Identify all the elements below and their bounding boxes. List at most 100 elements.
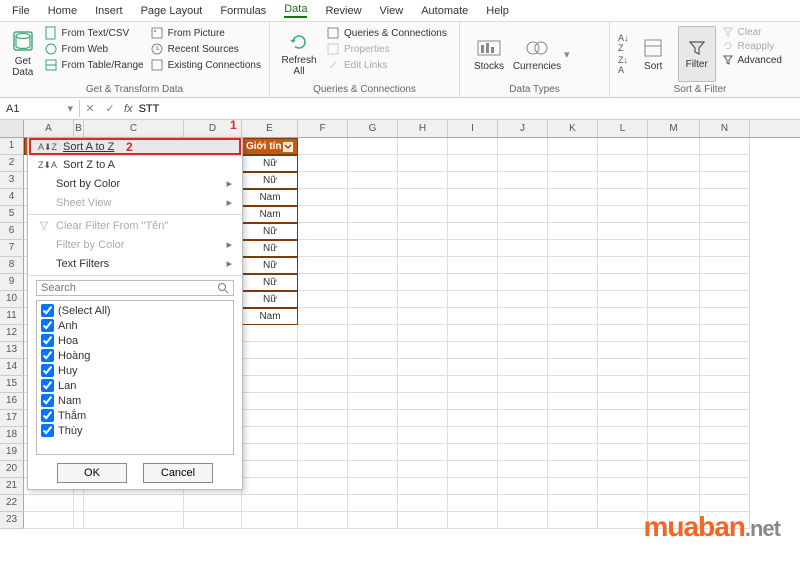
cell-F8[interactable] <box>298 257 348 274</box>
col-header-M[interactable]: M <box>648 120 700 137</box>
cell-N19[interactable] <box>700 444 750 461</box>
cell-G19[interactable] <box>348 444 398 461</box>
cell-F17[interactable] <box>298 410 348 427</box>
cell-F2[interactable] <box>298 155 348 172</box>
menu-automate[interactable]: Automate <box>421 5 468 17</box>
row-header-11[interactable]: 11 <box>0 308 24 325</box>
cell-I11[interactable] <box>448 308 498 325</box>
cell-F1[interactable] <box>298 138 348 155</box>
cell-G6[interactable] <box>348 223 398 240</box>
cell-E12[interactable] <box>242 325 298 342</box>
cell-M14[interactable] <box>648 359 700 376</box>
menu-file[interactable]: File <box>12 5 30 17</box>
cell-J10[interactable] <box>498 291 548 308</box>
cell-K4[interactable] <box>548 189 598 206</box>
cell-H14[interactable] <box>398 359 448 376</box>
cell-G5[interactable] <box>348 206 398 223</box>
cell-J11[interactable] <box>498 308 548 325</box>
cell-G14[interactable] <box>348 359 398 376</box>
sort-za-icon[interactable]: Z↓A <box>618 55 629 75</box>
cell-J9[interactable] <box>498 274 548 291</box>
row-header-6[interactable]: 6 <box>0 223 24 240</box>
filter-button[interactable]: Filter <box>678 26 716 82</box>
cell-G15[interactable] <box>348 376 398 393</box>
cell-K3[interactable] <box>548 172 598 189</box>
cell-E16[interactable] <box>242 393 298 410</box>
cell-J6[interactable] <box>498 223 548 240</box>
cell-K19[interactable] <box>548 444 598 461</box>
cell-M4[interactable] <box>648 189 700 206</box>
cell-A22[interactable] <box>24 495 74 512</box>
cell-N18[interactable] <box>700 427 750 444</box>
text-filters[interactable]: Text Filters▸ <box>28 254 242 273</box>
cell-G12[interactable] <box>348 325 398 342</box>
cell-H20[interactable] <box>398 461 448 478</box>
filter-checkbox[interactable] <box>41 424 54 437</box>
filter-checkbox[interactable] <box>41 304 54 317</box>
row-header-3[interactable]: 3 <box>0 172 24 189</box>
cell-J12[interactable] <box>498 325 548 342</box>
cell-K21[interactable] <box>548 478 598 495</box>
cell-G11[interactable] <box>348 308 398 325</box>
cell-D22[interactable] <box>184 495 242 512</box>
cell-H1[interactable] <box>398 138 448 155</box>
cell-J18[interactable] <box>498 427 548 444</box>
cell-N6[interactable] <box>700 223 750 240</box>
cell-K9[interactable] <box>548 274 598 291</box>
cell-E6[interactable]: Nữ <box>242 223 298 240</box>
cell-E15[interactable] <box>242 376 298 393</box>
cell-N1[interactable] <box>700 138 750 155</box>
cell-E18[interactable] <box>242 427 298 444</box>
cell-E21[interactable] <box>242 478 298 495</box>
cell-K1[interactable] <box>548 138 598 155</box>
cell-H17[interactable] <box>398 410 448 427</box>
cell-E14[interactable] <box>242 359 298 376</box>
currencies-button[interactable]: Currencies <box>516 37 558 72</box>
row-header-16[interactable]: 16 <box>0 393 24 410</box>
filter-checkbox[interactable] <box>41 364 54 377</box>
cell-N7[interactable] <box>700 240 750 257</box>
cell-N2[interactable] <box>700 155 750 172</box>
from-web[interactable]: From Web <box>44 42 144 56</box>
cell-L7[interactable] <box>598 240 648 257</box>
cell-N12[interactable] <box>700 325 750 342</box>
cell-M2[interactable] <box>648 155 700 172</box>
cell-K2[interactable] <box>548 155 598 172</box>
cell-M1[interactable] <box>648 138 700 155</box>
cell-M10[interactable] <box>648 291 700 308</box>
cell-H9[interactable] <box>398 274 448 291</box>
cell-I13[interactable] <box>448 342 498 359</box>
cell-H23[interactable] <box>398 512 448 529</box>
cell-J16[interactable] <box>498 393 548 410</box>
filter-ok-button[interactable]: OK <box>57 463 127 483</box>
cell-C23[interactable] <box>84 512 184 529</box>
cell-E19[interactable] <box>242 444 298 461</box>
menu-page-layout[interactable]: Page Layout <box>141 5 203 17</box>
filter-checkbox[interactable] <box>41 334 54 347</box>
cell-J7[interactable] <box>498 240 548 257</box>
sort-z-to-a[interactable]: Z⬇A Sort Z to A <box>28 156 242 174</box>
cell-N15[interactable] <box>700 376 750 393</box>
cell-I3[interactable] <box>448 172 498 189</box>
cell-G17[interactable] <box>348 410 398 427</box>
cell-N16[interactable] <box>700 393 750 410</box>
col-header-C[interactable]: C <box>84 120 184 137</box>
col-header-K[interactable]: K <box>548 120 598 137</box>
cell-J21[interactable] <box>498 478 548 495</box>
cell-K6[interactable] <box>548 223 598 240</box>
cell-I7[interactable] <box>448 240 498 257</box>
filter-value-list[interactable]: (Select All)AnhHoaHoàngHuyLanNamThắmThùy <box>36 300 234 455</box>
cell-G23[interactable] <box>348 512 398 529</box>
cell-F4[interactable] <box>298 189 348 206</box>
cell-H22[interactable] <box>398 495 448 512</box>
cell-I10[interactable] <box>448 291 498 308</box>
cell-G8[interactable] <box>348 257 398 274</box>
cell-G7[interactable] <box>348 240 398 257</box>
cell-K13[interactable] <box>548 342 598 359</box>
cell-J4[interactable] <box>498 189 548 206</box>
filter-item[interactable]: Anh <box>39 318 231 333</box>
cell-B23[interactable] <box>74 512 84 529</box>
cell-F22[interactable] <box>298 495 348 512</box>
cell-J17[interactable] <box>498 410 548 427</box>
cell-K8[interactable] <box>548 257 598 274</box>
